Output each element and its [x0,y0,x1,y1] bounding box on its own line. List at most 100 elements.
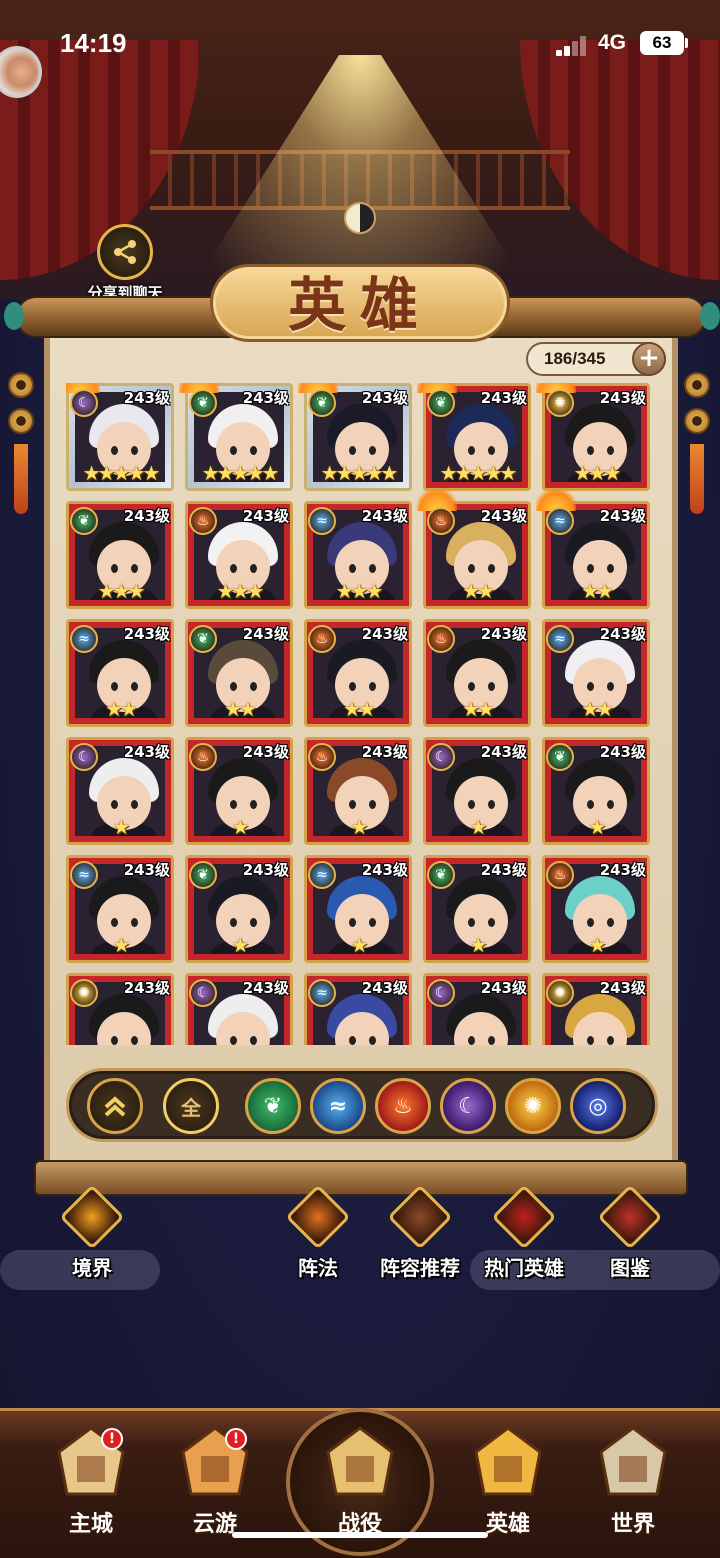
hero-level: 243级 [242,979,289,997]
hero-level: 243级 [242,389,289,407]
hero-level: 243级 [361,743,408,761]
hero-card[interactable]: ✺243级★ [542,973,650,1045]
nav-hero[interactable]: 英雄 [453,1422,563,1540]
hero-card[interactable]: ≈243级★ [304,973,412,1045]
hero-grid: ☾ 243级 ★★★★★ ❦ 243级 ★★★★★ ❦ 243级 ★★★★★ ❦ 243级 ★★★★★… [66,383,662,1045]
hero-level: 243级 [242,743,289,761]
hero-card[interactable]: ≈243级 ★★★ [304,501,412,609]
wood-element-icon: ❦ [546,743,574,771]
yin-yang-icon [344,202,376,234]
filter-fire-button[interactable]: ♨ [375,1078,431,1134]
codex-icon [595,1184,665,1252]
hero-card[interactable]: ≈243级 ★★ [66,619,174,727]
codex-button[interactable]: 图鉴 [578,1184,682,1280]
hero-level: 243级 [361,625,408,643]
hero-star-rating: ★★★ [335,579,384,603]
wood-element-icon: ❦ [70,507,98,535]
hero-card[interactable]: ❦ 243级 ★★★★★ [417,383,531,491]
filter-water-button[interactable]: ≈ [310,1078,366,1134]
hero-card[interactable]: ✺ 243级 ★★★ [536,383,650,491]
hero-level: 243级 [599,743,646,761]
hero-card[interactable]: ❦ 243级 ★ [185,855,293,963]
filter-all-button[interactable]: 全 [163,1078,219,1134]
moon-element-icon: ☾ [70,743,98,771]
battery-icon: 63 [640,31,684,55]
feature-label: 阵法 [298,1256,338,1280]
hero-level: 243级 [599,861,646,879]
filter-void-button[interactable]: ◎ [570,1078,626,1134]
hero-card[interactable]: ❦ 243级 ★★★★★ [179,383,293,491]
hero-card[interactable]: ≈243级★ [304,855,412,963]
hero-star-rating: ★★★ [216,579,265,603]
hero-star-rating: ★ [469,933,488,957]
main-city-icon: ! [49,1422,133,1500]
hero-card[interactable]: ≈243级 ★★ [542,619,650,727]
filter-sun-button[interactable]: ✺ [505,1078,561,1134]
hero-star-rating: ★ [112,933,131,957]
hero-card[interactable]: ♨ 243级 ★ [304,737,412,845]
filter-moon-button[interactable]: ☾ [440,1078,496,1134]
hero-card[interactable]: ☾ 243级 ★★★★★ [66,383,174,491]
sort-toggle-button[interactable] [87,1078,143,1134]
hero-card[interactable]: ☾243级★ [423,737,531,845]
popular-hero-button[interactable]: 热门英雄 [472,1184,576,1280]
fire-element-icon: ♨ [393,1093,413,1119]
water-element-icon: ≈ [70,625,98,653]
feature-label: 境界 [72,1256,112,1280]
feature-label: 热门英雄 [484,1256,564,1280]
fire-element-icon: ♨ [308,625,336,653]
nav-battle[interactable]: 战役 [305,1422,415,1540]
hero-level: 243级 [361,507,408,525]
hero-star-rating: ★ [350,815,369,839]
hero-card[interactable]: ☾243级★ [185,973,293,1045]
wood-element-icon: ❦ [427,389,455,417]
hero-level: 243级 [480,507,527,525]
hero-card[interactable]: ≈243级★ [66,855,174,963]
hero-card[interactable]: ❦ 243级 ★★★ [66,501,174,609]
filter-wood-button[interactable]: ❦ [245,1078,301,1134]
hero-card[interactable]: ✺243级★ [66,973,174,1045]
hero-card[interactable]: ☾243级★ [66,737,174,845]
hero-card[interactable]: ❦ 243级 ★★★★★ [298,383,412,491]
hero-card[interactable]: ≈243级 ★★ [536,489,650,609]
fire-element-icon: ♨ [189,743,217,771]
hero-star-rating: ★★ [581,697,614,721]
realm-button[interactable]: 境界 [40,1184,144,1280]
hero-star-rating: ★★★★★ [320,461,399,485]
hero-count-display: 186/345 + [526,342,666,376]
wood-element-icon: ❦ [189,389,217,417]
hero-level: 243级 [599,979,646,997]
hero-level: 243级 [361,861,408,879]
hero-card[interactable]: ❦ 243级 ★★ [185,619,293,727]
lineup-button[interactable]: 阵容推荐 [368,1184,472,1280]
hero-card[interactable]: ♨ 243级 ★ [542,855,650,963]
nav-travel[interactable]: ! 云游 [160,1422,270,1540]
hero-card[interactable]: ♨ 243级 ★★★ [185,501,293,609]
nav-world[interactable]: 世界 [578,1422,688,1540]
hero-level: 243级 [361,979,408,997]
hero-star-rating: ★ [469,815,488,839]
moon-element-icon: ☾ [427,979,455,1007]
water-element-icon: ≈ [308,861,336,889]
side-ornament-right [684,372,714,514]
add-hero-slots-button[interactable]: + [632,342,666,376]
hero-card[interactable]: ♨ 243级 ★ [185,737,293,845]
hero-card[interactable]: ♨ 243级 ★★ [304,619,412,727]
hero-star-rating: ★★★★★ [201,461,280,485]
share-to-chat-button[interactable]: 分享到聊天 [78,224,172,302]
hero-card[interactable]: ♨ 243级 ★★ [423,619,531,727]
hero-card[interactable]: ❦ 243级 ★ [423,855,531,963]
hero-card[interactable]: ☾243级★ [423,973,531,1045]
formation-button[interactable]: 阵法 [266,1184,370,1280]
signal-icon [556,36,586,56]
water-element-icon: ≈ [328,1093,348,1119]
hero-card[interactable]: ❦ 243级 ★ [542,737,650,845]
nav-main-city[interactable]: ! 主城 [36,1422,146,1540]
fire-element-icon: ♨ [546,861,574,889]
status-bar: 14:19 4G 63 [0,0,720,90]
hero-star-rating: ★★★★★ [82,461,161,485]
wood-element-icon: ❦ [308,389,336,417]
fire-element-icon: ♨ [427,507,455,535]
hero-card[interactable]: ♨ 243级 ★★ [417,489,531,609]
wood-element-icon: ❦ [189,861,217,889]
